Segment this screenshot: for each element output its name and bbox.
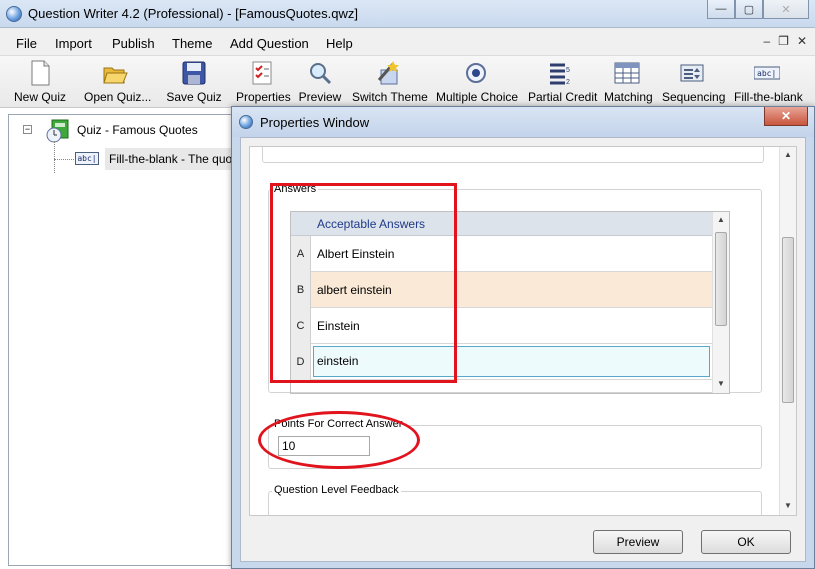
svg-text:5: 5: [566, 67, 570, 74]
partial-credit-button[interactable]: 52 Partial Credit: [528, 58, 597, 104]
properties-close-button[interactable]: ✕: [764, 107, 808, 126]
properties-button[interactable]: Properties: [236, 58, 291, 104]
menu-help[interactable]: Help: [326, 36, 353, 51]
window-controls: — ▢ ✕: [707, 0, 809, 20]
toolbar: New Quiz Open Quiz... Save Quiz Properti…: [0, 56, 815, 108]
text-field-icon: abc|: [753, 60, 781, 86]
open-quiz-button[interactable]: Open Quiz...: [84, 58, 151, 104]
svg-text:abc|: abc|: [757, 69, 776, 78]
menu-import[interactable]: Import: [55, 36, 92, 51]
title-bar: Question Writer 4.2 (Professional) - [Fa…: [0, 0, 815, 28]
tree-collapse-toggle[interactable]: −: [23, 125, 32, 134]
annotation-ellipse: [258, 411, 420, 469]
properties-app-icon: [239, 115, 253, 129]
sequence-icon: [679, 60, 705, 86]
fill-the-blank-button[interactable]: abc| Fill-the-blank: [734, 58, 803, 104]
menu-file[interactable]: File: [16, 36, 37, 51]
scroll-down-arrow-icon[interactable]: ▼: [717, 379, 725, 388]
quiz-tree: − Quiz - Famous Quotes abc| Fill-the-bla…: [8, 114, 239, 566]
preview-dialog-button[interactable]: Preview: [593, 530, 683, 554]
radio-button-icon: [463, 60, 489, 86]
maximize-button[interactable]: ▢: [735, 0, 763, 19]
properties-scrollbar[interactable]: ▲ ▼: [779, 147, 796, 515]
menu-publish[interactable]: Publish: [112, 36, 155, 51]
ok-button[interactable]: OK: [701, 530, 791, 554]
mdi-close-button[interactable]: ✕: [797, 34, 807, 48]
scroll-up-arrow-icon[interactable]: ▲: [784, 150, 792, 159]
feedback-label: Question Level Feedback: [272, 484, 401, 496]
sequencing-button[interactable]: Sequencing: [662, 58, 725, 104]
mdi-restore-button[interactable]: ❐: [778, 34, 789, 48]
menu-bar: File Import Publish Theme Add Question H…: [0, 28, 815, 56]
app-icon: [6, 6, 22, 22]
save-quiz-button[interactable]: Save Quiz: [166, 58, 222, 104]
floppy-disk-icon: [181, 60, 207, 86]
annotation-rectangle: [270, 183, 457, 383]
menu-theme[interactable]: Theme: [172, 36, 212, 51]
multiple-choice-button[interactable]: Multiple Choice: [436, 58, 518, 104]
mdi-minimize-button[interactable]: –: [763, 34, 770, 48]
open-folder-icon: [102, 60, 128, 86]
weighted-list-icon: 52: [547, 60, 573, 86]
magic-wand-icon: [375, 60, 401, 86]
window-title: Question Writer 4.2 (Professional) - [Fa…: [28, 6, 358, 21]
fill-the-blank-icon: abc|: [75, 152, 99, 165]
properties-title-bar: Properties Window ✕: [232, 107, 814, 137]
quiz-book-icon: [46, 119, 72, 143]
matching-button[interactable]: Matching: [604, 58, 653, 104]
tree-node-fill-the-blank[interactable]: Fill-the-blank - The quote ': [109, 152, 239, 166]
properties-scroll-thumb[interactable]: [782, 237, 794, 403]
grid-icon: [614, 60, 640, 86]
magnifier-icon: [307, 60, 333, 86]
mdi-controls: – ❐ ✕: [763, 34, 807, 48]
close-button[interactable]: ✕: [763, 0, 809, 19]
previous-group: [262, 147, 764, 163]
scroll-up-arrow-icon[interactable]: ▲: [717, 215, 725, 224]
switch-theme-button[interactable]: Switch Theme: [352, 58, 428, 104]
answers-scroll-thumb[interactable]: [715, 232, 727, 326]
answers-scrollbar[interactable]: ▲ ▼: [712, 212, 729, 393]
tree-connector: [54, 141, 55, 173]
scroll-down-arrow-icon[interactable]: ▼: [784, 501, 792, 510]
properties-title: Properties Window: [260, 115, 370, 130]
new-quiz-button[interactable]: New Quiz: [14, 58, 66, 104]
menu-add-question[interactable]: Add Question: [230, 36, 309, 51]
checklist-icon: [249, 60, 275, 86]
new-document-icon: [27, 60, 53, 86]
tree-node-quiz[interactable]: Quiz - Famous Quotes: [77, 123, 198, 137]
svg-text:2: 2: [566, 79, 570, 86]
minimize-button[interactable]: —: [707, 0, 735, 19]
preview-button[interactable]: Preview: [298, 58, 342, 104]
